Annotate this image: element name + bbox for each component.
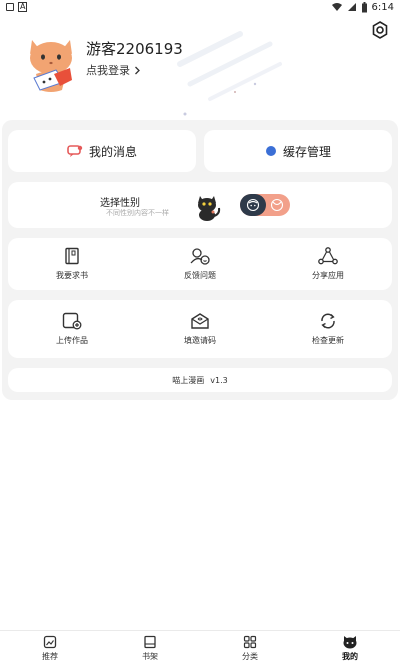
share-app-label: 分享应用 — [312, 271, 344, 280]
invite-code-button[interactable]: 填邀请码 — [136, 300, 264, 358]
cat-face-icon — [343, 636, 357, 649]
feedback-button[interactable]: 反馈问题 — [136, 238, 264, 290]
nav-recommend[interactable]: 推荐 — [0, 631, 100, 666]
bookshelf-icon — [144, 635, 156, 649]
signal-icon — [347, 3, 356, 11]
status-bar: A 6:14 — [0, 0, 400, 14]
messages-label: 我的消息 — [88, 144, 137, 159]
book-icon — [65, 247, 79, 265]
status-right: 6:14 — [331, 1, 394, 13]
message-bubble-icon — [67, 145, 83, 157]
nav-bookshelf-label: 书架 — [142, 652, 158, 661]
upload-work-label: 上传作品 — [56, 336, 88, 345]
upload-icon — [62, 312, 82, 330]
check-update-label: 检查更新 — [312, 336, 344, 345]
bottom-navigation: 推荐 书架 分类 我的 — [0, 630, 400, 666]
notification-icon — [6, 3, 14, 11]
share-icon — [318, 247, 338, 265]
recommend-icon — [43, 635, 57, 649]
gender-subtitle: 不同性别内容不一样 — [106, 209, 169, 217]
gender-selector: 选择性别 不同性别内容不一样 — [8, 182, 392, 228]
feedback-icon — [190, 248, 210, 265]
cache-dot-icon — [265, 146, 276, 156]
messages-button[interactable]: 我的消息 — [8, 130, 196, 172]
profile-header: 游客2206193 点我登录 — [0, 14, 400, 120]
cache-management-button[interactable]: 缓存管理 — [204, 130, 392, 172]
male-face-icon — [246, 198, 260, 212]
status-left: A — [6, 2, 28, 12]
check-update-button[interactable]: 检查更新 — [264, 300, 392, 358]
app-notification-icon: A — [18, 2, 28, 12]
username: 游客2206193 — [86, 40, 183, 58]
invite-mail-icon — [191, 313, 209, 329]
settings-gear-icon[interactable] — [370, 20, 390, 40]
black-cat-icon — [198, 196, 221, 221]
refresh-icon — [321, 313, 335, 329]
nav-category-label: 分类 — [242, 652, 258, 661]
nav-recommend-label: 推荐 — [42, 652, 58, 661]
category-icon — [243, 635, 257, 649]
request-book-label: 我要求书 — [56, 271, 88, 280]
version-number: v1.3 — [210, 375, 228, 385]
share-app-button[interactable]: 分享应用 — [264, 238, 392, 290]
feedback-label: 反馈问题 — [184, 271, 216, 280]
avatar-cat-icon[interactable] — [26, 34, 76, 96]
wifi-icon — [331, 3, 342, 11]
feature-row-2: 上传作品 填邀请码 检查更新 — [8, 300, 392, 358]
invite-code-label: 填邀请码 — [184, 336, 216, 345]
login-link-label: 点我登录 — [86, 64, 130, 77]
request-book-button[interactable]: 我要求书 — [8, 238, 136, 290]
gender-toggle[interactable] — [240, 194, 290, 216]
nav-mine[interactable]: 我的 — [300, 631, 400, 666]
female-face-icon — [270, 198, 284, 212]
upload-work-button[interactable]: 上传作品 — [8, 300, 136, 358]
app-name: 喵上漫画 — [172, 375, 205, 385]
nav-category[interactable]: 分类 — [200, 631, 300, 666]
gender-toggle-knob — [240, 194, 266, 216]
chevron-right-icon — [135, 66, 140, 74]
gender-title: 选择性别 — [100, 198, 140, 209]
app-version: 喵上漫画 v1.3 — [8, 368, 392, 392]
nav-mine-label: 我的 — [342, 652, 358, 661]
feature-row-1: 我要求书 反馈问题 分享应用 — [8, 238, 392, 290]
battery-icon — [361, 1, 367, 12]
nav-bookshelf[interactable]: 书架 — [100, 631, 200, 666]
login-link[interactable]: 点我登录 — [86, 62, 141, 78]
status-time: 6:14 — [371, 1, 394, 13]
cache-label: 缓存管理 — [282, 144, 331, 159]
